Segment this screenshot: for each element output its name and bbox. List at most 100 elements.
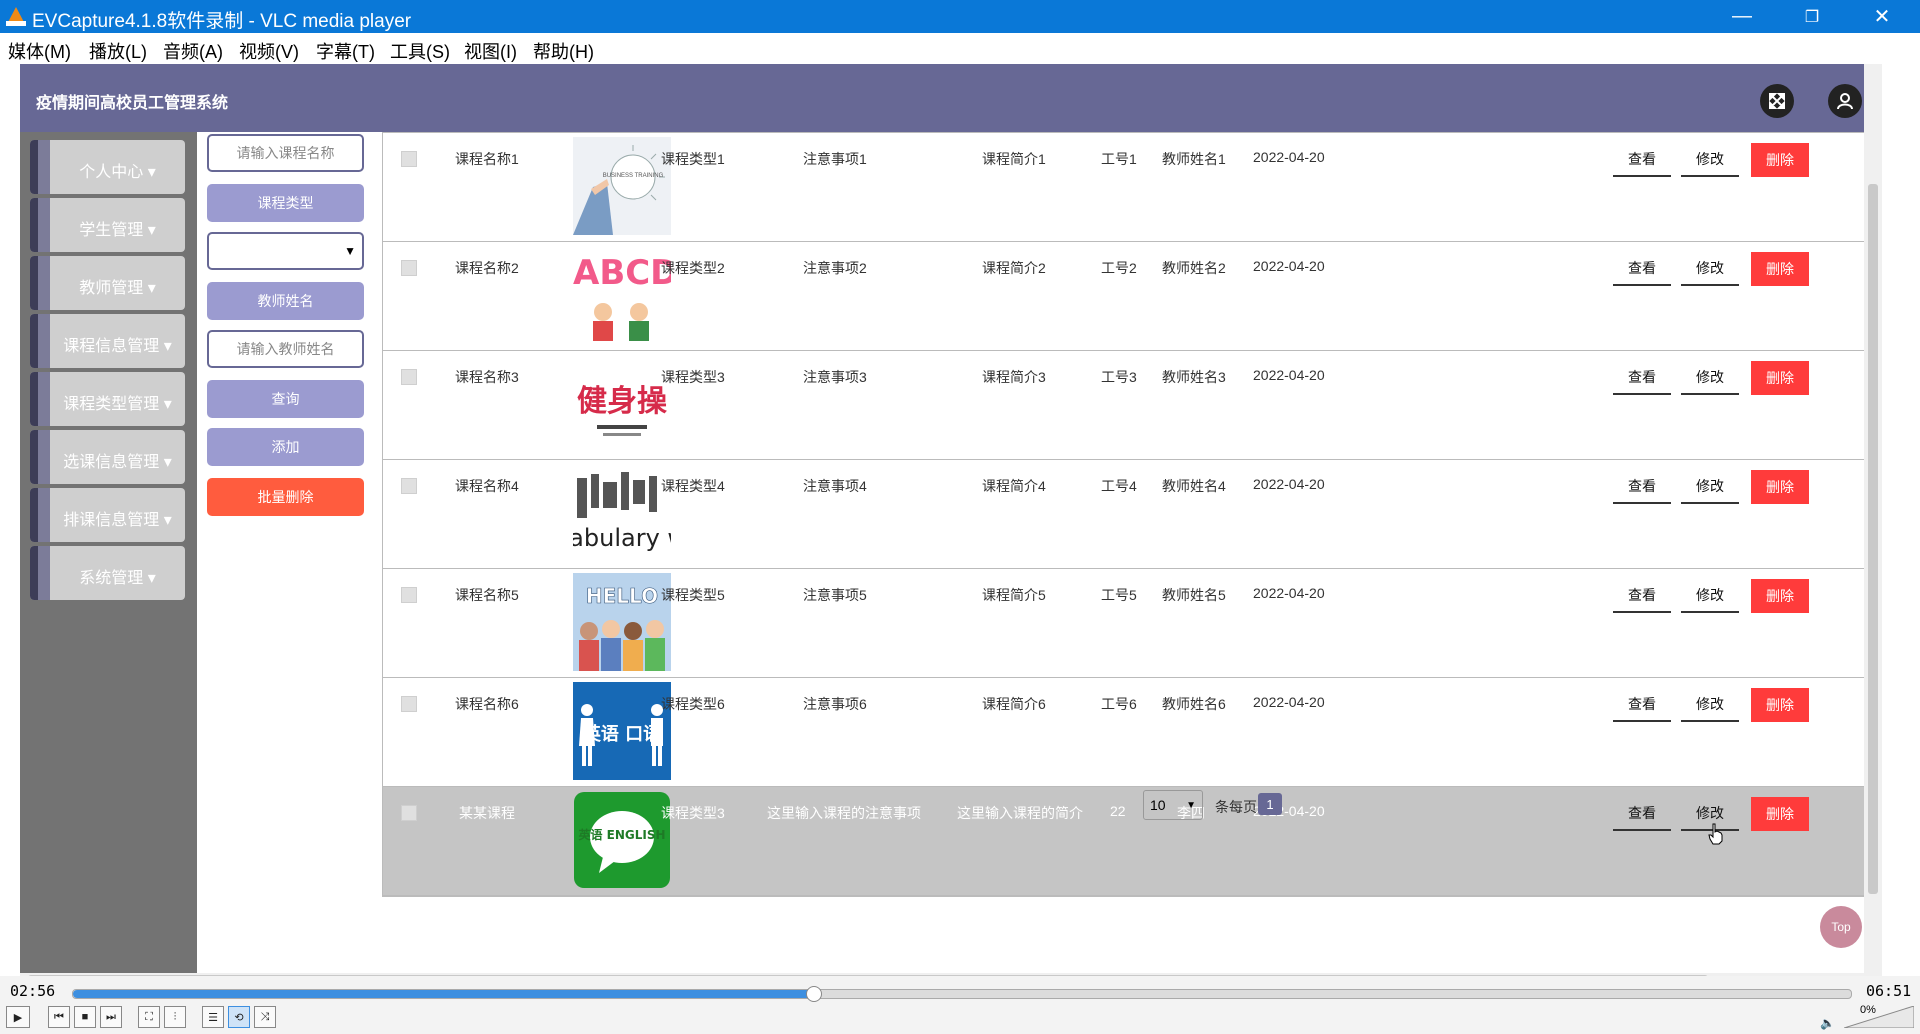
batch-delete-button[interactable]: 批量删除 [207, 478, 364, 516]
play-button[interactable]: ▶ [6, 1006, 30, 1028]
app-title: 疫情期间高校员工管理系统 [36, 95, 229, 112]
course-name-input[interactable]: 请输入课程名称 [207, 134, 364, 172]
minimize-button[interactable]: — [1712, 0, 1772, 33]
delete-button[interactable]: 删除 [1751, 143, 1809, 177]
view-button[interactable]: 查看 [1613, 579, 1671, 613]
teacher-name: 教师姓名2 [1162, 260, 1226, 276]
sidebar-item-course-types[interactable]: 课程类型管理 ▾ [30, 372, 185, 426]
course-intro: 课程简介6 [982, 696, 1046, 712]
sidebar-item-personal-center[interactable]: 个人中心 ▾ [30, 140, 185, 194]
sidebar-item-scheduling[interactable]: 排课信息管理 ▾ [30, 488, 185, 542]
edit-button[interactable]: 修改 [1681, 470, 1739, 504]
menu-subtitle[interactable]: 字幕(T) [316, 38, 375, 64]
loop-button[interactable]: ⟲ [228, 1006, 250, 1028]
sidebar-item-label: 选课信息管理 [63, 454, 160, 471]
fullscreen-button[interactable]: ⛶ [138, 1006, 160, 1028]
course-type: 课程类型6 [661, 696, 725, 712]
menu-view[interactable]: 视图(I) [464, 38, 517, 64]
vertical-scrollbar[interactable] [1864, 64, 1882, 976]
view-button[interactable]: 查看 [1613, 143, 1671, 177]
course-image: 英语 口语 [573, 682, 671, 780]
edit-button[interactable]: 修改 [1681, 688, 1739, 722]
staff-number: 工号5 [1101, 587, 1137, 603]
delete-button[interactable]: 删除 [1751, 688, 1809, 722]
previous-button[interactable]: ⏮ [48, 1006, 70, 1028]
edit-button[interactable]: 修改 [1681, 143, 1739, 177]
stop-button[interactable]: ■ [74, 1006, 96, 1028]
delete-button[interactable]: 删除 [1751, 797, 1809, 831]
close-button[interactable]: ✕ [1852, 0, 1912, 33]
view-button[interactable]: 查看 [1613, 470, 1671, 504]
shuffle-button[interactable]: ⤨ [254, 1006, 276, 1028]
page-number-1[interactable]: 1 [1258, 793, 1282, 815]
sidebar-item-enrollment[interactable]: 选课信息管理 ▾ [30, 430, 185, 484]
sidebar-item-students[interactable]: 学生管理 ▾ [30, 198, 185, 252]
course-image: 英语 ENGLISH [574, 792, 670, 888]
seek-progress [73, 990, 813, 998]
sidebar: 个人中心 ▾ 学生管理 ▾ 教师管理 ▾ 课程信息管理 ▾ 课程类型管理 ▾ 选… [20, 132, 197, 976]
course-intro: 课程简介1 [982, 151, 1046, 167]
row-checkbox[interactable] [401, 696, 417, 712]
edit-button[interactable]: 修改 [1681, 252, 1739, 286]
delete-button[interactable]: 删除 [1751, 252, 1809, 286]
menu-playback[interactable]: 播放(L) [89, 38, 147, 64]
teacher-name: 教师姓名5 [1162, 587, 1226, 603]
sidebar-item-teachers[interactable]: 教师管理 ▾ [30, 256, 185, 310]
add-button[interactable]: 添加 [207, 428, 364, 466]
speaker-icon[interactable]: 🔈 [1820, 1016, 1835, 1030]
delete-button[interactable]: 删除 [1751, 579, 1809, 613]
seek-bar[interactable] [72, 986, 1852, 1002]
query-button[interactable]: 查询 [207, 380, 364, 418]
created-date: 2022-04-20 [1253, 476, 1325, 492]
restore-button[interactable]: ❐ [1782, 0, 1842, 33]
row-checkbox[interactable] [401, 260, 417, 276]
view-button[interactable]: 查看 [1613, 797, 1671, 831]
sidebar-item-course-info[interactable]: 课程信息管理 ▾ [30, 314, 185, 368]
video-content: 疫情期间高校员工管理系统 个人中心 ▾ 学生管理 ▾ 教师管理 ▾ 课程信息管理… [20, 64, 1882, 976]
row-checkbox[interactable] [401, 587, 417, 603]
window-titlebar: EVCapture4.1.8软件录制 - VLC media player — … [0, 0, 1920, 33]
next-button[interactable]: ⏭ [100, 1006, 122, 1028]
back-to-top-button[interactable]: Top [1820, 906, 1862, 948]
elapsed-time: 02:56 [10, 982, 56, 1000]
teacher-name-input[interactable]: 请输入教师姓名 [207, 330, 364, 368]
course-image: 健身操 [573, 355, 671, 453]
playlist-button[interactable]: ☰ [202, 1006, 224, 1028]
delete-button[interactable]: 删除 [1751, 470, 1809, 504]
menu-video[interactable]: 视频(V) [239, 38, 299, 64]
menu-tools[interactable]: 工具(S) [390, 38, 450, 64]
expand-icon[interactable] [1760, 84, 1794, 118]
delete-button[interactable]: 删除 [1751, 361, 1809, 395]
menu-help[interactable]: 帮助(H) [533, 38, 594, 64]
chevron-down-icon: ▼ [344, 244, 356, 258]
sidebar-item-system[interactable]: 系统管理 ▾ [30, 546, 185, 600]
course-name: 课程名称6 [455, 696, 519, 712]
view-button[interactable]: 查看 [1613, 252, 1671, 286]
seek-handle[interactable] [805, 986, 822, 1002]
view-button[interactable]: 查看 [1613, 688, 1671, 722]
course-image-caption: 英语 ENGLISH [578, 827, 665, 842]
course-image: HELLO [573, 573, 671, 671]
row-checkbox[interactable] [401, 805, 417, 821]
menu-audio[interactable]: 音频(A) [163, 38, 223, 64]
course-notes: 这里输入课程的注意事项 [767, 805, 921, 821]
teacher-name: 教师姓名3 [1162, 369, 1226, 385]
row-checkbox[interactable] [401, 151, 417, 167]
course-type-label: 课程类型 [207, 184, 364, 222]
edit-button[interactable]: 修改 [1681, 361, 1739, 395]
page-size-select[interactable]: 10 ▼ [1143, 790, 1203, 820]
row-checkbox[interactable] [401, 478, 417, 494]
course-notes: 注意事项5 [803, 587, 867, 603]
menu-media[interactable]: 媒体(M) [8, 38, 71, 64]
edit-button[interactable]: 修改 [1681, 579, 1739, 613]
course-type-select[interactable]: ▼ [207, 232, 364, 270]
table-row: 课程名称1 BUSINESS TRAINING 课程类型1 注意事项1 课程简介… [383, 133, 1873, 242]
scrollbar-thumb[interactable] [1868, 184, 1878, 894]
extended-settings-button[interactable]: ⫶ [164, 1006, 186, 1028]
row-checkbox[interactable] [401, 369, 417, 385]
view-button[interactable]: 查看 [1613, 361, 1671, 395]
course-type: 课程类型3 [661, 805, 725, 821]
loop-icon: ⟲ [234, 1011, 244, 1024]
volume-slider[interactable]: 0% [1844, 1004, 1916, 1028]
user-icon[interactable] [1828, 84, 1862, 118]
